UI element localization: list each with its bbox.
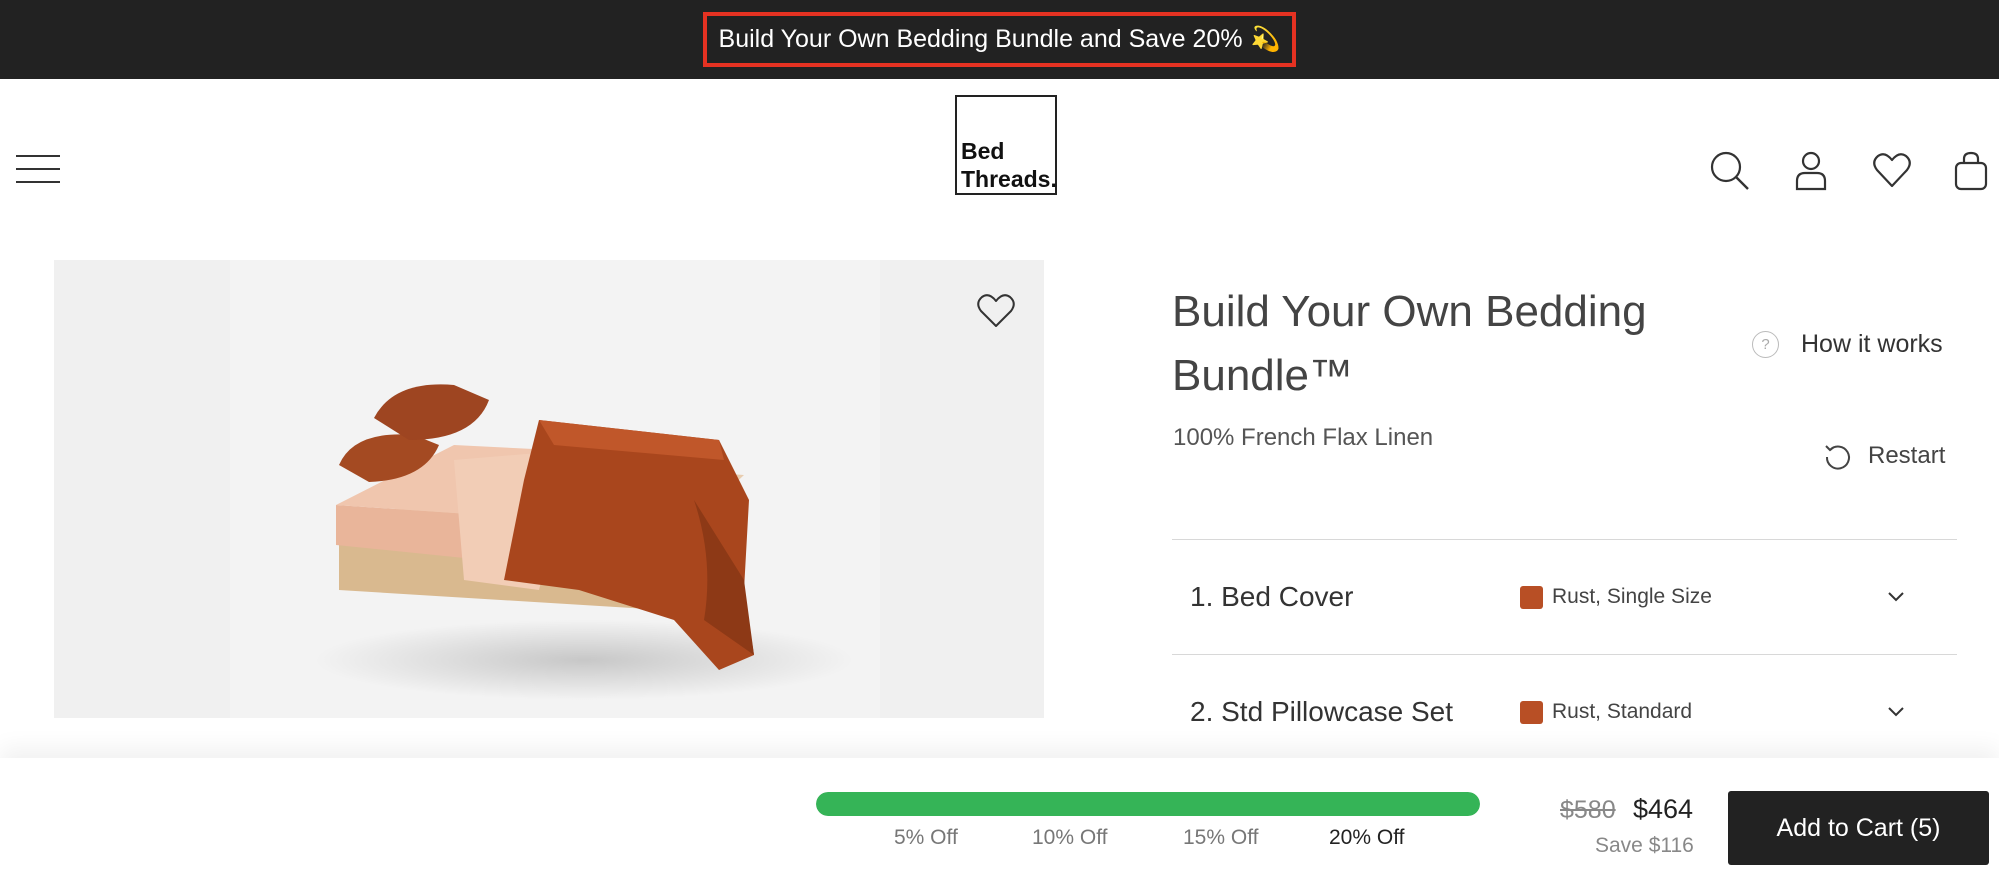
- sparkle-icon: 💫: [1250, 26, 1281, 53]
- site-header: Bed Threads.: [0, 79, 1999, 239]
- wishlist-icon[interactable]: [1871, 149, 1913, 191]
- announcement-link[interactable]: Build Your Own Bedding Bundle and Save 2…: [702, 12, 1297, 67]
- how-it-works-link[interactable]: ? How it works: [1752, 330, 1943, 359]
- tier-label: 10% Off: [1032, 826, 1108, 849]
- bundle-item-value: Rust, Single Size: [1552, 585, 1712, 608]
- bundle-item-pillowcase-set[interactable]: 2. Std Pillowcase Set Rust, Standard: [1172, 655, 1957, 769]
- chevron-down-icon: [1888, 592, 1904, 602]
- discount-progress-fill: [816, 792, 1480, 816]
- tier-label-active: 20% Off: [1329, 826, 1405, 849]
- how-it-works-label: How it works: [1801, 330, 1943, 358]
- bundle-item-value: Rust, Standard: [1552, 700, 1693, 723]
- product-title: Build Your Own Bedding Bundle™: [1172, 287, 1647, 400]
- restart-icon: [1825, 445, 1850, 470]
- search-icon[interactable]: [1708, 149, 1750, 191]
- help-icon: ?: [1752, 331, 1779, 358]
- menu-icon[interactable]: [16, 155, 60, 185]
- original-price: $580: [1560, 796, 1616, 824]
- chevron-down-icon: [1888, 707, 1904, 717]
- cart-icon[interactable]: [1953, 149, 1989, 191]
- tier-label: 5% Off: [894, 826, 958, 849]
- bundle-sticky-bar: 5% Off 10% Off 15% Off 20% Off $580 $464…: [0, 758, 1999, 878]
- restart-label: Restart: [1868, 442, 1946, 469]
- wishlist-toggle-icon[interactable]: [974, 290, 1018, 330]
- logo[interactable]: Bed Threads.: [955, 95, 1057, 195]
- bed-illustration: [314, 384, 854, 700]
- announcement-bar: Build Your Own Bedding Bundle and Save 2…: [0, 0, 1999, 79]
- logo-line-2: Threads.: [961, 166, 1057, 192]
- color-swatch: [1520, 700, 1543, 724]
- bundle-price: $464: [1633, 794, 1694, 824]
- logo-line-1: Bed: [961, 138, 1005, 164]
- account-icon[interactable]: [1790, 149, 1832, 191]
- add-to-cart-button[interactable]: Add to Cart (5): [1728, 791, 1989, 865]
- bundle-item-bed-cover[interactable]: 1. Bed Cover Rust, Single Size: [1172, 540, 1957, 654]
- color-swatch: [1520, 585, 1543, 609]
- restart-button[interactable]: Restart: [1822, 441, 1945, 471]
- bundle-item-label: 2. Std Pillowcase Set: [1190, 696, 1454, 727]
- savings-text: Save $116: [1595, 834, 1694, 857]
- product-image: [54, 260, 1044, 718]
- bundle-item-label: 1. Bed Cover: [1190, 581, 1354, 612]
- tier-label: 15% Off: [1183, 826, 1259, 849]
- discount-progress-bar: [816, 792, 1480, 816]
- announcement-text: Build Your Own Bedding Bundle and Save 2…: [718, 25, 1243, 53]
- product-subtitle: 100% French Flax Linen: [1173, 424, 1434, 451]
